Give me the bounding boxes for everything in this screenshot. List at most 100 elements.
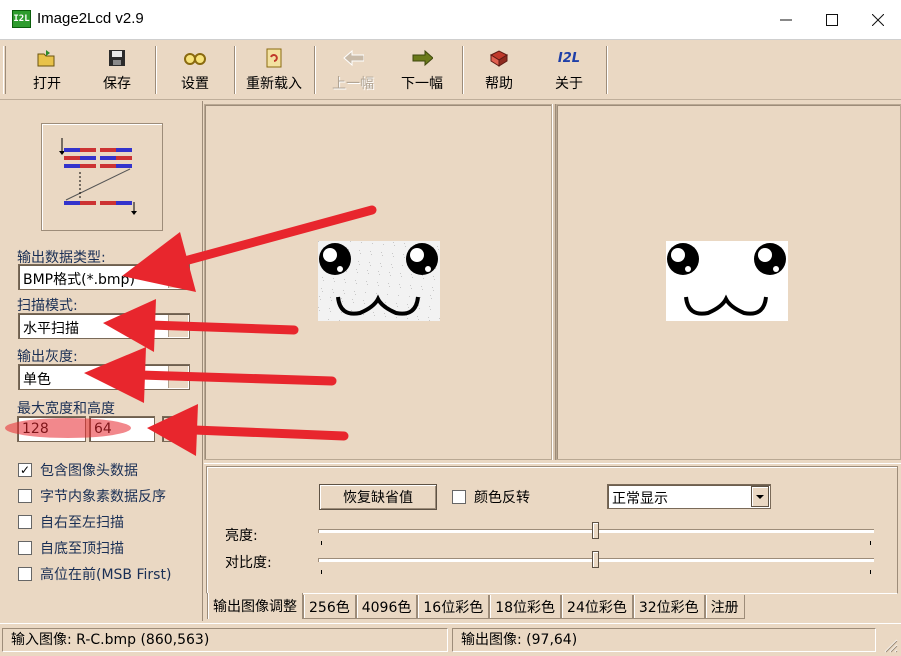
toolbar-separator xyxy=(234,46,236,94)
gray-level-label: 输出灰度: xyxy=(17,349,78,365)
tab-1[interactable]: 256色 xyxy=(303,595,356,619)
color-depth-tabs: 输出图像调整 256色 4096色 16位彩色 18位彩色 24位彩色 32位彩色 注册 xyxy=(207,593,745,619)
slider-tick xyxy=(321,541,322,545)
slider-tick xyxy=(870,570,871,574)
option-label: 字节内象素数据反序 xyxy=(40,489,166,505)
scan-mode-value: 水平扫描 xyxy=(23,321,79,337)
output-type-select[interactable]: BMP格式(*.bmp) xyxy=(18,264,190,290)
close-button[interactable] xyxy=(855,0,901,40)
minimize-button[interactable] xyxy=(763,0,809,40)
window-title: Image2Lcd v2.9 xyxy=(37,10,144,27)
option-label: 包含图像头数据 xyxy=(40,463,138,479)
arrow-left-icon xyxy=(342,47,364,69)
arrow-right-icon xyxy=(411,47,433,69)
save-button[interactable]: 保存 xyxy=(92,43,142,97)
checkbox-icon[interactable] xyxy=(18,515,32,529)
save-label: 保存 xyxy=(103,76,131,92)
tab-3[interactable]: 16位彩色 xyxy=(417,595,490,619)
tab-4[interactable]: 18位彩色 xyxy=(489,595,562,619)
size-lock-button[interactable] xyxy=(162,416,192,442)
input-image-preview xyxy=(318,241,440,321)
maximize-icon xyxy=(826,14,838,26)
max-size-label: 最大宽度和高度 xyxy=(17,401,115,417)
input-image-status: 输入图像: R-C.bmp (860,563) xyxy=(2,628,448,652)
status-bar: 输入图像: R-C.bmp (860,563) 输出图像: (97,64) xyxy=(0,623,901,656)
open-label: 打开 xyxy=(33,76,61,92)
max-width-value: 128 xyxy=(22,421,49,437)
about-button[interactable]: I2L 关于 xyxy=(544,43,594,97)
invert-color-checkbox[interactable]: 颜色反转 xyxy=(452,488,530,506)
option-checkbox[interactable]: 自底至顶扫描 xyxy=(18,539,124,557)
option-checkbox[interactable]: 字节内象素数据反序 xyxy=(18,487,166,505)
max-width-input[interactable]: 128 xyxy=(17,416,86,442)
toolbar: 打开 保存 设置 重新载入 上一幅 下一幅 帮助 I2L 关于 xyxy=(0,40,901,100)
scan-mode-preview xyxy=(41,123,163,231)
tab-5[interactable]: 24位彩色 xyxy=(561,595,633,619)
dropdown-arrow-icon[interactable] xyxy=(168,266,188,288)
output-image-preview xyxy=(666,241,788,321)
open-folder-icon xyxy=(36,47,58,69)
maximize-button[interactable] xyxy=(809,0,855,40)
scan-diagram-icon xyxy=(59,138,137,215)
output-type-value: BMP格式(*.bmp) xyxy=(23,272,135,288)
floppy-disk-icon xyxy=(106,47,128,69)
option-label: 高位在前(MSB First) xyxy=(40,567,172,583)
checkbox-icon[interactable] xyxy=(452,490,466,504)
scan-mode-select[interactable]: 水平扫描 xyxy=(18,313,190,339)
max-height-value: 64 xyxy=(94,421,112,437)
minimize-icon xyxy=(780,19,792,21)
tab-2[interactable]: 4096色 xyxy=(355,595,418,619)
resize-grip-icon[interactable] xyxy=(879,634,899,654)
toolbar-separator xyxy=(606,46,608,94)
tab-7[interactable]: 注册 xyxy=(704,595,745,619)
checkbox-icon[interactable] xyxy=(18,567,32,581)
option-checkbox[interactable]: ✓ 包含图像头数据 xyxy=(18,461,138,479)
toolbar-separator xyxy=(314,46,316,94)
reload-button[interactable]: 重新载入 xyxy=(240,43,308,97)
output-image-pane xyxy=(556,104,901,460)
app-icon: I2L xyxy=(12,10,31,28)
tab-6[interactable]: 32位彩色 xyxy=(632,595,705,619)
scan-mode-label: 扫描模式: xyxy=(17,298,78,314)
checkbox-icon[interactable] xyxy=(18,541,32,555)
settings-label: 设置 xyxy=(181,76,209,92)
gray-level-select[interactable]: 单色 xyxy=(18,364,190,390)
checkbox-icon[interactable] xyxy=(18,489,32,503)
option-checkbox[interactable]: 高位在前(MSB First) xyxy=(18,565,171,583)
max-height-input[interactable]: 64 xyxy=(89,416,155,442)
slider-tick xyxy=(870,541,871,545)
close-icon xyxy=(872,14,884,26)
display-mode-value: 正常显示 xyxy=(612,491,668,507)
open-button[interactable]: 打开 xyxy=(22,43,72,97)
invert-color-label: 颜色反转 xyxy=(474,490,530,506)
display-mode-select[interactable]: 正常显示 xyxy=(607,484,771,509)
contrast-label: 对比度: xyxy=(225,555,272,571)
brightness-slider[interactable] xyxy=(592,522,599,539)
toolbar-separator xyxy=(462,46,464,94)
checkbox-icon[interactable]: ✓ xyxy=(18,463,32,477)
dropdown-arrow-icon[interactable] xyxy=(168,315,188,337)
option-checkbox[interactable]: 自右至左扫描 xyxy=(18,513,124,531)
toolbar-separator xyxy=(155,46,157,94)
next-label: 下一幅 xyxy=(401,76,443,92)
glasses-icon xyxy=(184,47,206,69)
reload-icon xyxy=(263,47,285,69)
toolbar-grip xyxy=(3,46,6,94)
contrast-slider[interactable] xyxy=(592,551,599,568)
settings-panel: 输出数据类型: BMP格式(*.bmp) 扫描模式: 水平扫描 输出灰度: 单色… xyxy=(0,101,203,621)
restore-default-button[interactable]: 恢复缺省值 xyxy=(319,484,437,510)
option-label: 自右至左扫描 xyxy=(40,515,124,531)
option-label: 自底至顶扫描 xyxy=(40,541,124,557)
slider-tick xyxy=(321,570,322,574)
tab-0[interactable]: 输出图像调整 xyxy=(207,593,303,619)
adjust-group: 恢复缺省值 颜色反转 正常显示 亮度: 对比度: xyxy=(206,466,898,594)
dropdown-arrow-icon[interactable] xyxy=(751,486,769,507)
dropdown-arrow-icon[interactable] xyxy=(168,366,188,388)
help-label: 帮助 xyxy=(485,76,513,92)
next-button[interactable]: 下一幅 xyxy=(395,43,449,97)
reload-label: 重新载入 xyxy=(246,76,302,92)
previous-button[interactable]: 上一幅 xyxy=(326,43,380,97)
help-button[interactable]: 帮助 xyxy=(474,43,524,97)
settings-button[interactable]: 设置 xyxy=(170,43,220,97)
about-logo-icon: I2L xyxy=(557,50,581,66)
